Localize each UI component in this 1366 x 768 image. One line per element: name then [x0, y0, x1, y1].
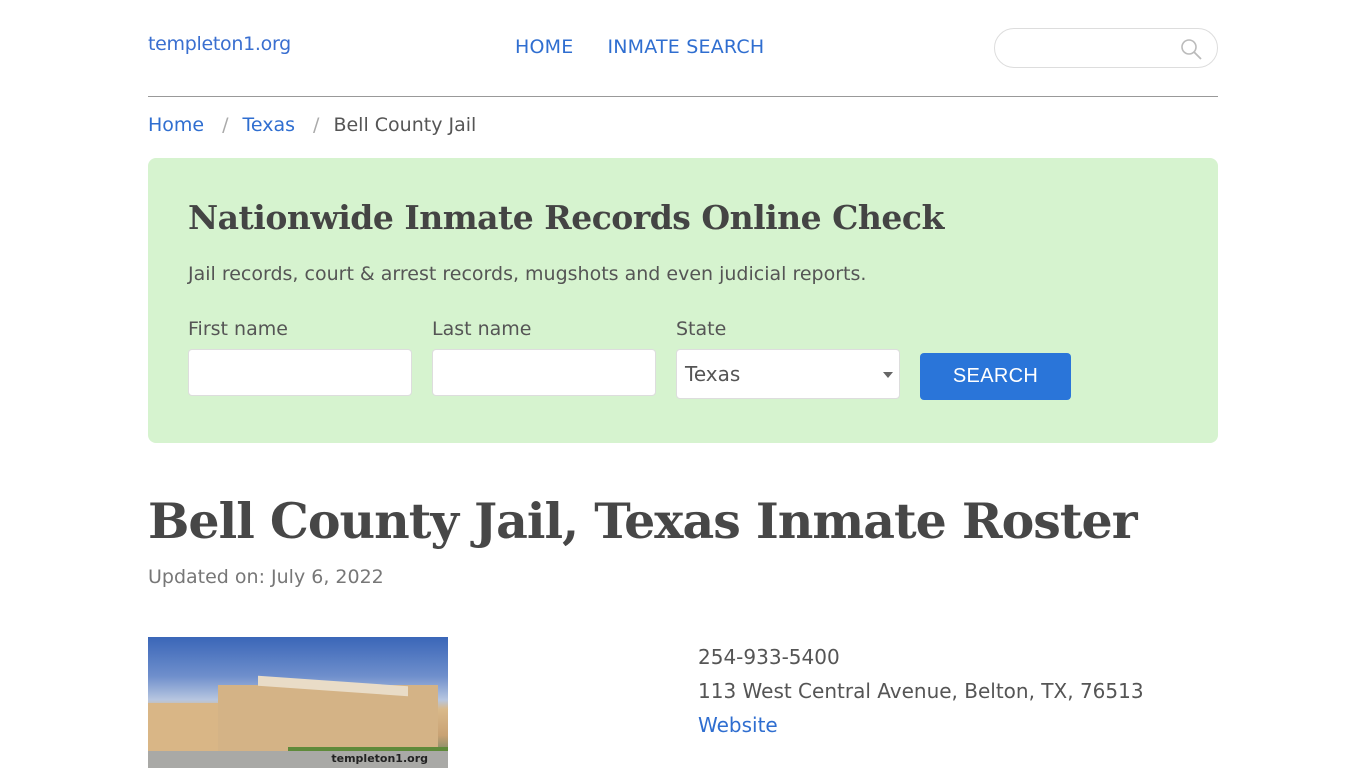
state-select[interactable]: Texas	[676, 349, 900, 399]
inmate-search-banner: Nationwide Inmate Records Online Check J…	[148, 158, 1218, 443]
breadcrumb-current: Bell County Jail	[333, 114, 477, 136]
last-name-label: Last name	[432, 318, 532, 340]
facility-phone: 254-933-5400	[698, 645, 840, 669]
main-nav: HOME INMATE SEARCH	[515, 36, 764, 58]
state-selected-value: Texas	[685, 362, 741, 386]
facility-contact: 254-933-5400 113 West Central Avenue, Be…	[698, 640, 1144, 742]
state-label: State	[676, 318, 727, 340]
nav-home[interactable]: HOME	[515, 36, 573, 58]
facility-address: 113 West Central Avenue, Belton, TX, 765…	[698, 679, 1144, 703]
photo-watermark: templeton1.org	[331, 752, 428, 765]
updated-date: Updated on: July 6, 2022	[148, 566, 384, 588]
breadcrumb-home[interactable]: Home	[148, 114, 204, 136]
state-group: State Texas	[676, 318, 900, 399]
site-search-input[interactable]	[1009, 29, 1179, 67]
breadcrumb-separator: /	[222, 114, 229, 136]
banner-title: Nationwide Inmate Records Online Check	[188, 198, 944, 237]
first-name-label: First name	[188, 318, 288, 340]
last-name-input[interactable]	[432, 349, 656, 396]
nav-inmate-search[interactable]: INMATE SEARCH	[607, 36, 764, 58]
search-icon[interactable]	[1179, 37, 1203, 61]
search-button[interactable]: SEARCH	[920, 353, 1071, 400]
site-search	[994, 28, 1218, 68]
dropdown-caret-icon	[883, 372, 893, 378]
first-name-group: First name	[188, 318, 412, 396]
site-logo-link[interactable]: templeton1.org	[148, 33, 291, 55]
page-title: Bell County Jail, Texas Inmate Roster	[148, 492, 1138, 550]
breadcrumb-texas[interactable]: Texas	[243, 114, 296, 136]
banner-subtitle: Jail records, court & arrest records, mu…	[188, 263, 867, 285]
breadcrumb-separator: /	[313, 114, 320, 136]
facility-website-link[interactable]: Website	[698, 713, 778, 737]
breadcrumb: Home / Texas / Bell County Jail	[148, 114, 476, 136]
facility-photo: templeton1.org	[148, 637, 448, 768]
first-name-input[interactable]	[188, 349, 412, 396]
site-header: templeton1.org HOME INMATE SEARCH	[148, 0, 1218, 97]
last-name-group: Last name	[432, 318, 656, 396]
